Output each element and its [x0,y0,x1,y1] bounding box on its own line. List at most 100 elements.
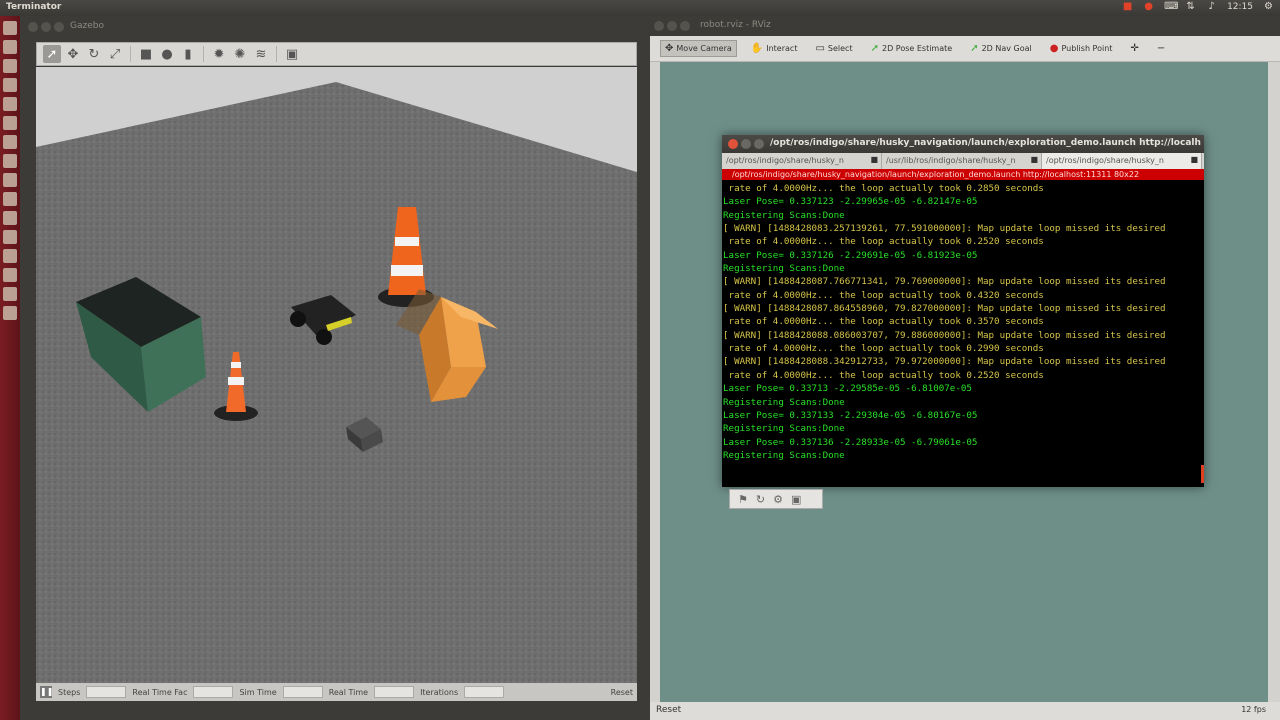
terminal-tab[interactable]: /usr/lib/ros/indigo/share/husky_n ■ [882,153,1042,169]
close-tab-icon[interactable]: ■ [1030,155,1038,164]
arrow-green-icon: ➚ [870,43,879,54]
launcher-terminal-icon[interactable] [3,78,17,92]
real-time-field [374,686,415,698]
launcher-app-icon[interactable] [3,230,17,244]
launcher-files-icon[interactable] [3,40,17,54]
terminal-titlebar: /opt/ros/indigo/share/husky_navigation/l… [722,135,1204,153]
rviz-floating-toolbar: ⚑ ↻ ⚙ ▣ [729,489,823,509]
terminal-tab[interactable]: /opt/ros/indigo/share/husky_n ■ [1042,153,1202,169]
close-tab-icon[interactable]: ■ [1190,155,1198,164]
spot-light-icon[interactable]: ✺ [231,45,249,63]
real-time-factor-label: Real Time Fac [132,687,188,697]
close-tab-icon[interactable]: ■ [870,155,878,164]
network-icon[interactable]: ⇅ [1185,1,1196,12]
app-title: Terminator [6,2,62,12]
steps-field[interactable] [86,686,127,698]
tab-label: /opt/ros/indigo/share/husky_n [726,156,844,165]
tab-label: /opt/ros/indigo/share/husky_n [1046,156,1164,165]
nav-goal-tool[interactable]: ➚ 2D Nav Goal [966,41,1036,56]
move-camera-label: Move Camera [676,44,732,53]
launcher-app-icon[interactable] [3,249,17,263]
close-window-button[interactable] [728,139,738,149]
sim-time-label: Sim Time [239,687,277,697]
minimize-window-button[interactable] [667,21,677,31]
firefox-icon[interactable]: ● [1143,1,1154,12]
launcher-app-icon[interactable] [3,116,17,130]
close-window-button[interactable] [28,22,38,32]
point-light-icon[interactable]: ✹ [210,45,228,63]
terminal-line: rate of 4.0000Hz... the loop actually to… [723,369,1044,381]
rviz-title: robot.rviz - RViz [700,20,771,30]
sphere-shape-icon[interactable]: ● [158,45,176,63]
gazebo-3d-viewport[interactable] [36,67,637,691]
clock[interactable]: 12:15 [1227,2,1253,12]
cylinder-shape-icon[interactable]: ▮ [179,45,197,63]
select-tool[interactable]: ▭ Select [811,41,856,56]
volume-icon[interactable]: ♪ [1206,1,1217,12]
rviz-status-bar: Reset 12 fps [650,702,1280,720]
launcher-app-icon[interactable] [3,287,17,301]
gazebo-titlebar: Gazebo [20,16,650,38]
launcher-app-icon[interactable] [3,154,17,168]
gear-icon[interactable]: ⚙ [1263,1,1274,12]
panel-icon[interactable]: ▣ [791,493,801,506]
terminal-line: rate of 4.0000Hz... the loop actually to… [723,183,1044,194]
interact-tool[interactable]: ✋ Interact [747,41,802,56]
map-pin-icon: ● [1049,43,1059,54]
terminal-line: [ WARN] [1488428088.342912733, 79.972000… [723,356,1166,368]
plus-icon: ✛ [1130,43,1139,54]
launcher-app-icon[interactable] [3,268,17,282]
pose-estimate-tool[interactable]: ➚ 2D Pose Estimate [867,41,957,56]
terminal-output[interactable]: rate of 4.0000Hz... the loop actually to… [722,180,1204,480]
rotate-mode-icon[interactable]: ↻ [85,45,103,63]
launcher-firefox-icon[interactable] [3,59,17,73]
directional-light-icon[interactable]: ≋ [252,45,270,63]
rviz-titlebar: robot.rviz - RViz [650,16,1280,36]
launcher-app-icon[interactable] [3,135,17,149]
refresh-icon[interactable]: ↻ [756,493,765,506]
pose-estimate-label: 2D Pose Estimate [881,44,953,53]
maximize-window-button[interactable] [54,22,64,32]
minimize-window-button[interactable] [741,139,751,149]
settings-icon[interactable]: ⚙ [773,493,783,506]
box-shape-icon[interactable]: ■ [137,45,155,63]
move-camera-tool[interactable]: ✥ Move Camera [660,40,737,57]
terminal-line: Registering Scans:Done [723,423,845,435]
system-tray: ■ ● ⌨ ⇅ ♪ 12:15 ⚙ [1122,1,1274,12]
launcher-app-icon[interactable] [3,173,17,187]
close-window-button[interactable] [654,21,664,31]
terminal-scrollbar[interactable] [1201,465,1204,483]
reset-button[interactable]: Reset [656,705,681,715]
gazebo-status-bar: ❚❚ Steps Real Time Fac Sim Time Real Tim… [36,683,637,701]
terminal-line: [ WARN] [1488428088.086003707, 79.886000… [723,329,1166,341]
select-mode-icon[interactable]: ➚ [43,45,61,63]
scale-mode-icon[interactable]: ⤢ [106,45,124,63]
iterations-field [464,686,505,698]
keyboard-icon[interactable]: ⌨ [1164,1,1178,12]
launcher-office-icon[interactable] [3,97,17,111]
add-tool-button[interactable]: ✛ [1126,41,1142,56]
launcher-dash-icon[interactable] [3,21,17,35]
remove-tool-button[interactable]: − [1153,41,1169,56]
terminal-line: Registering Scans:Done [723,449,845,461]
terminal-tab[interactable]: /opt/ros/indigo/share/husky_n ■ [722,153,882,169]
screenshot-icon[interactable]: ▣ [283,45,301,63]
publish-point-tool[interactable]: ● Publish Point [1046,41,1117,56]
bookmark-icon[interactable]: ⚑ [738,493,748,506]
move-camera-icon: ✥ [665,43,674,54]
gazebo-title: Gazebo [70,21,104,31]
toolbar-divider [130,46,131,62]
terminal-line: Registering Scans:Done [723,396,845,408]
reset-time-button[interactable]: Reset [611,688,633,697]
maximize-window-button[interactable] [754,139,764,149]
launcher-app-icon[interactable] [3,192,17,206]
minimize-window-button[interactable] [41,22,51,32]
camera-icon[interactable]: ■ [1122,1,1133,12]
pause-button[interactable]: ❚❚ [40,686,53,698]
launcher-app-icon[interactable] [3,306,17,320]
maximize-window-button[interactable] [680,21,690,31]
launcher-app-icon[interactable] [3,211,17,225]
translate-mode-icon[interactable]: ✥ [64,45,82,63]
terminal-line: rate of 4.0000Hz... the loop actually to… [723,343,1044,355]
gazebo-toolbar: ➚ ✥ ↻ ⤢ ■ ● ▮ ✹ ✺ ≋ ▣ [36,42,637,66]
